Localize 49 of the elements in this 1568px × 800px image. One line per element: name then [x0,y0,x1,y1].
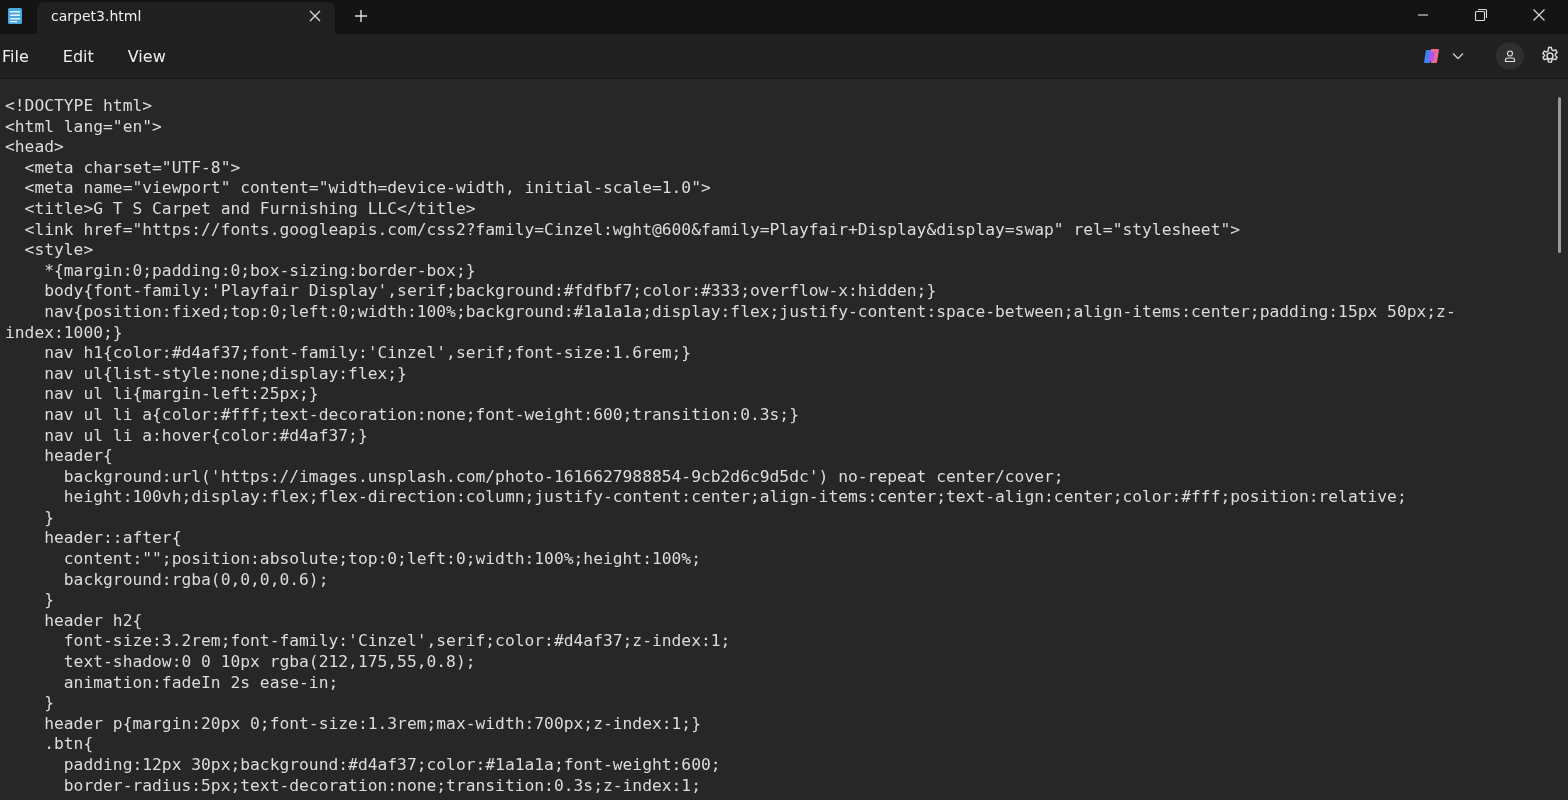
code-line: header{ [43,446,113,466]
close-tab-icon[interactable] [309,10,321,22]
menu-item[interactable]: Edit [62,40,94,72]
code-line: nav ul li a:hover{color:#d4af37;} [43,425,368,445]
code-line: index:1000;} [5,322,123,342]
settings-icon[interactable] [1540,46,1560,66]
person-icon [1503,49,1517,63]
code-line: } [43,693,54,713]
scrollbar-thumb[interactable] [1558,97,1561,253]
code-line: <meta name="viewport" content="width=device-width, initial-scale=1.0"> [23,178,711,198]
notepad-icon [7,7,23,25]
code-line: height:100vh;display:flex;flex-direction:column;justify-content:center;align-items:center;text-align:center;color:#fff;position:relative; [62,487,1407,507]
close-icon [1532,8,1546,22]
code-line: header h2{ [43,610,143,630]
code-line: <html lang="en"> [5,116,162,136]
code-line: body{font-family:'Playfair Display',serif;background:#fdfbf7;color:#333;overflow-x:hidden;} [43,281,937,301]
code-line: <!DOCTYPE html> [5,96,153,115]
plus-icon [354,9,368,23]
menu-item[interactable]: View [127,40,166,72]
copilot-icon[interactable] [1422,46,1442,66]
code-line: header p{margin:20px 0;font-size:1.3rem;max-width:700px;z-index:1;} [43,713,701,733]
code-line: background:url('https://images.unsplash.com/photo-1616627988854-9cb2d6c9d5dc') no-repeat center/cover; [62,466,1064,486]
code-line: font-size:3.2rem;font-family:'Cinzel',serif;color:#d4af37;z-index:1; [62,631,731,651]
code-line: .btn{ [43,734,94,754]
code-line: nav h1{color:#d4af37;font-family:'Cinzel',serif;font-size:1.6rem;} [43,343,692,363]
account-button[interactable] [1496,42,1524,70]
code-line: background:rgba(0,0,0,0.6); [62,569,329,589]
code-line: animation:fadeIn 2s ease-in; [62,672,339,692]
code-line: nav{position:fixed;top:0;left:0;width:100%;background:#1a1a1a;display:flex;justify-content:space-between;align-items:center;padding:15px 50px;z- [43,301,1456,321]
code-line: *{margin:0;padding:0;box-sizing:border-box;} [43,260,476,280]
code-line: <link href="https://fonts.googleapis.com/css2?family=Cinzel:wght@600&family=Playfair+Display&display=swap" rel="stylesheet"> [23,219,1241,239]
code-line: nav ul{list-style:none;display:flex;} [43,363,407,383]
code-line: content:"";position:absolute;top:0;left:0;width:100%;height:100%; [62,549,701,569]
menu-item[interactable]: File [2,40,29,72]
restore-icon [1474,8,1488,22]
code-line: text-shadow:0 0 10px rgba(212,175,55,0.8); [62,652,476,672]
code-line: } [43,507,54,527]
code-line: header::after{ [43,528,182,548]
code-line: <style> [23,240,94,260]
code-line: border-radius:5px;text-decoration:none;transition:0.3s;z-index:1; [62,775,701,795]
chevron-down-icon[interactable] [1452,52,1464,60]
code-line: } [43,590,54,610]
code-line: <meta charset="UTF-8"> [23,157,241,177]
code-line: <title>G T S Carpet and Furnishing LLC</title> [23,198,476,218]
code-line: nav ul li a{color:#fff;text-decoration:none;font-weight:600;transition:0.3s;} [43,404,799,424]
code-line: padding:12px 30px;background:#d4af37;color:#1a1a1a;font-weight:600; [62,755,721,774]
file-tab[interactable]: carpet3.html [37,2,335,34]
code-line: nav ul li{margin-left:25px;} [43,384,319,404]
code-line: <head> [5,137,64,157]
